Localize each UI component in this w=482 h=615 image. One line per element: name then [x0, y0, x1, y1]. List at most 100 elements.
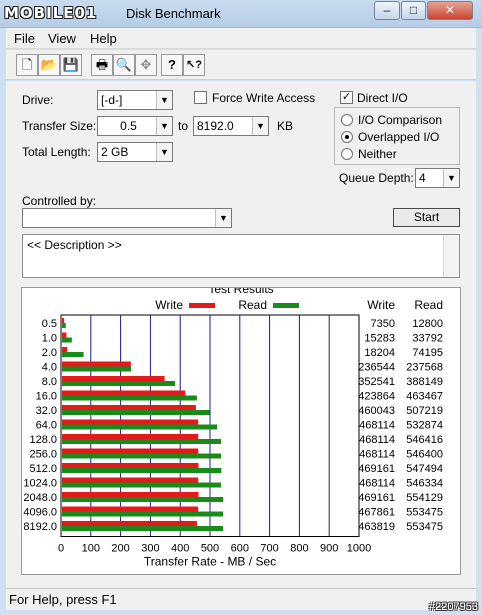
write-bar [62, 434, 199, 439]
transfer-size-label: Transfer Size: [22, 119, 97, 133]
x-tick-label: 800 [290, 543, 308, 555]
description-scrollbar[interactable] [443, 235, 459, 277]
y-tick-label: 512.0 [29, 463, 57, 475]
minimize-button[interactable]: – [374, 1, 400, 20]
read-value: 12800 [412, 318, 443, 330]
write-value: 18204 [364, 347, 395, 359]
direct-io-checkbox[interactable]: ✓ [340, 91, 353, 104]
drive-select[interactable]: [-d-] ▼ [97, 90, 173, 110]
menu-file[interactable]: File [14, 31, 35, 46]
write-bar [62, 419, 199, 425]
x-tick-label: 100 [82, 543, 100, 555]
window-title: Disk Benchmark [126, 6, 221, 21]
controlled-by-select[interactable]: ▼ [22, 208, 232, 228]
close-button[interactable]: ✕ [427, 1, 473, 20]
neither-label: Neither [358, 147, 397, 161]
site-logo: MOBILE01 [4, 4, 98, 22]
write-value: 468114 [359, 420, 395, 432]
description-text: << Description >> [27, 238, 122, 252]
read-value: 33792 [412, 333, 443, 345]
read-bar [62, 352, 84, 357]
menu-help[interactable]: Help [90, 31, 117, 46]
title-bar: MOBILE01 Disk Benchmark – □ ✕ [0, 0, 482, 28]
read-bar [62, 526, 224, 531]
io-comparison-radio[interactable] [341, 114, 353, 126]
save-icon[interactable]: 💾 [60, 54, 82, 76]
open-icon[interactable]: 📂 [38, 54, 60, 76]
test-results-panel: Test Results Write Read Write Read 0 100 200 300… [21, 282, 461, 575]
status-bar: For Help, press F1 [6, 588, 476, 610]
write-value: 352541 [358, 376, 395, 388]
write-value: 468114 [359, 478, 395, 490]
read-bar [62, 395, 197, 401]
x-tick-label: 400 [171, 543, 189, 555]
y-tick-label: 0.5 [42, 318, 57, 330]
y-tick-label: 128.0 [29, 434, 57, 446]
neither-radio[interactable] [341, 148, 353, 160]
move-icon[interactable]: ✥ [135, 54, 157, 76]
read-bar [62, 482, 221, 488]
read-value: 507219 [406, 405, 443, 417]
description-box[interactable]: << Description >> [22, 234, 460, 278]
write-bar [62, 477, 199, 483]
read-bar [62, 439, 222, 444]
print-icon[interactable]: 🖶 [91, 54, 113, 76]
status-text: For Help, press F1 [9, 592, 117, 607]
write-bar [62, 492, 199, 497]
force-write-checkbox[interactable] [194, 91, 207, 104]
transfer-size-from-select[interactable]: 0.5 ▼ [97, 116, 173, 136]
transfer-size-to-select[interactable]: 8192.0 ▼ [193, 116, 269, 136]
write-value: 468114 [359, 449, 395, 461]
write-value: 460043 [358, 405, 395, 417]
x-tick-label: 200 [111, 543, 129, 555]
read-value: 546334 [406, 478, 443, 490]
new-icon[interactable]: 🗋 [16, 54, 38, 76]
read-column-header: Read [414, 298, 443, 312]
read-value: 532874 [406, 420, 443, 432]
y-tick-label: 64.0 [36, 420, 57, 432]
maximize-button[interactable]: □ [401, 1, 426, 20]
overlapped-io-label: Overlapped I/O [358, 130, 440, 144]
read-value: 237568 [406, 362, 443, 374]
overlapped-io-radio[interactable] [341, 131, 353, 143]
start-button[interactable]: Start [393, 208, 460, 227]
write-bar [62, 318, 65, 323]
write-bar [62, 448, 199, 454]
chevron-down-icon: ▼ [443, 169, 459, 187]
read-bar [62, 323, 66, 328]
chevron-down-icon: ▼ [252, 117, 268, 135]
write-bar [62, 376, 165, 381]
y-tick-label: 4096.0 [23, 507, 57, 519]
y-tick-label: 2.0 [42, 347, 57, 359]
toolbar: 🗋 📂 💾 🖶 🔍 ✥ ? ↖? [6, 50, 476, 80]
y-tick-label: 8192.0 [23, 521, 57, 533]
benchmark-panel: Drive: [-d-] ▼ Force Write Access ✓ Dire… [6, 81, 476, 588]
read-value: 74195 [412, 347, 443, 359]
y-tick-label: 256.0 [29, 449, 57, 461]
x-axis-label: Transfer Rate - MB / Sec [144, 555, 276, 569]
legend-read-label: Read [238, 298, 267, 312]
read-value: 388149 [406, 376, 443, 388]
legend-write-label: Write [155, 298, 183, 312]
x-tick-label: 500 [201, 543, 219, 555]
queue-depth-select[interactable]: 4 ▼ [415, 168, 460, 188]
context-help-icon[interactable]: ↖? [183, 54, 205, 76]
read-value: 463467 [406, 391, 443, 403]
chevron-down-icon: ▼ [215, 209, 231, 227]
help-icon[interactable]: ? [161, 54, 183, 76]
legend-write-swatch [189, 303, 215, 308]
y-tick-label: 4.0 [42, 362, 57, 374]
read-bar [62, 424, 218, 430]
read-value: 553475 [406, 521, 443, 533]
chevron-down-icon: ▼ [156, 143, 172, 161]
x-tick-label: 600 [231, 543, 249, 555]
write-value: 236544 [358, 362, 395, 374]
read-bar [62, 511, 224, 517]
menu-view[interactable]: View [48, 31, 76, 46]
force-write-label: Force Write Access [212, 91, 316, 105]
print-preview-icon[interactable]: 🔍 [113, 54, 135, 76]
read-value: 546400 [406, 449, 443, 461]
read-bar [62, 381, 175, 386]
total-length-select[interactable]: 2 GB ▼ [97, 142, 173, 162]
direct-io-label: Direct I/O [357, 91, 408, 105]
